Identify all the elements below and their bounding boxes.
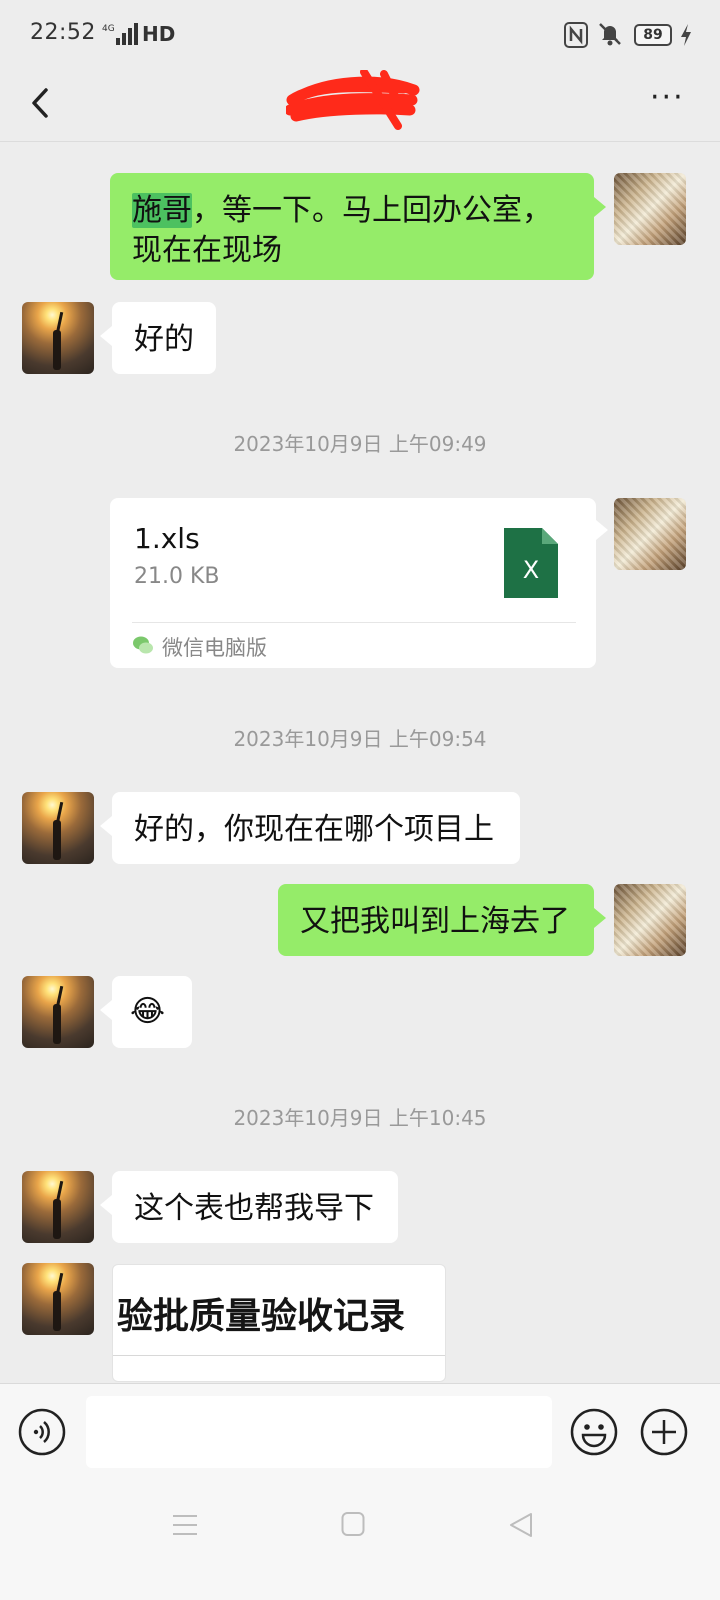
message-bubble-received[interactable]: 这个表也帮我导下 [112,1171,398,1243]
bubble-tail [594,908,606,928]
message-text-input[interactable] [86,1396,552,1468]
clock: 22:52 [30,20,96,45]
hd-indicator: HD [142,22,176,46]
my-avatar[interactable] [614,884,686,956]
timestamp: 2023年10月9日 上午10:45 [233,1106,487,1130]
contact-avatar[interactable] [22,976,94,1048]
contact-avatar[interactable] [22,792,94,864]
cellular-signal-icon: 4G [102,23,138,45]
file-icon-letter: X [523,556,539,584]
message-bubble-received[interactable]: 好的 [112,302,216,374]
timestamp: 2023年10月9日 上午09:49 [233,432,487,456]
message-bubble-sent[interactable]: 又把我叫到上海去了 [278,884,594,956]
bubble-tail [596,520,608,540]
more-options-button[interactable]: ··· [650,83,690,118]
file-name: 1.xls [134,522,200,555]
voice-icon[interactable] [18,1408,66,1456]
bubble-tail [100,1000,112,1020]
bubble-tail [100,816,112,836]
message-bubble-received[interactable]: 好的，你现在在哪个项目上 [112,792,520,864]
divider [132,622,576,623]
excel-file-icon: X [504,528,558,598]
bubble-tail [594,197,606,217]
wechat-icon [133,636,153,654]
image-text: 验批质量验收记录 [117,1296,406,1337]
menu-icon[interactable] [172,1513,198,1537]
message-bubble-sent[interactable]: 施哥，等一下。马上回办公室，现在在现场 [110,173,594,280]
contact-avatar[interactable] [22,302,94,374]
home-icon[interactable] [341,1511,365,1537]
table-rule [113,1355,445,1356]
my-avatar[interactable] [614,173,686,245]
battery-indicator: 89 [634,24,672,46]
status-bar: 22:52 4G HD 89 [0,0,720,70]
message-input-bar [0,1383,720,1483]
file-size: 21.0 KB [134,564,220,589]
file-source-label: 微信电脑版 [162,636,267,660]
bubble-tail [100,326,112,346]
svg-text:4G: 4G [102,24,115,34]
chat-header: ··· [0,70,720,142]
plus-icon[interactable] [640,1408,688,1456]
contact-avatar[interactable] [22,1263,94,1335]
contact-avatar[interactable] [22,1171,94,1243]
highlighted-text: 施哥 [132,193,192,228]
nfc-icon [564,22,588,48]
emoji-message-bubble[interactable]: 😂 [112,976,192,1048]
timestamp: 2023年10月9日 上午09:54 [233,727,487,751]
message-text: ，等一下。马上回办公室，现在在现场 [132,193,552,268]
image-message[interactable]: 验批质量验收记录 [112,1264,446,1382]
redacted-contact-name [286,70,420,130]
back-triangle-icon[interactable] [508,1511,534,1539]
mute-icon [599,23,621,46]
charging-icon [681,24,691,46]
my-avatar[interactable] [614,498,686,570]
bubble-tail [100,1195,112,1215]
system-navigation-bar [0,1483,720,1600]
emoji-icon[interactable] [570,1408,618,1456]
file-message-card[interactable]: 1.xls 21.0 KB X 微信电脑版 [110,498,596,668]
chevron-left-icon[interactable] [24,80,60,126]
